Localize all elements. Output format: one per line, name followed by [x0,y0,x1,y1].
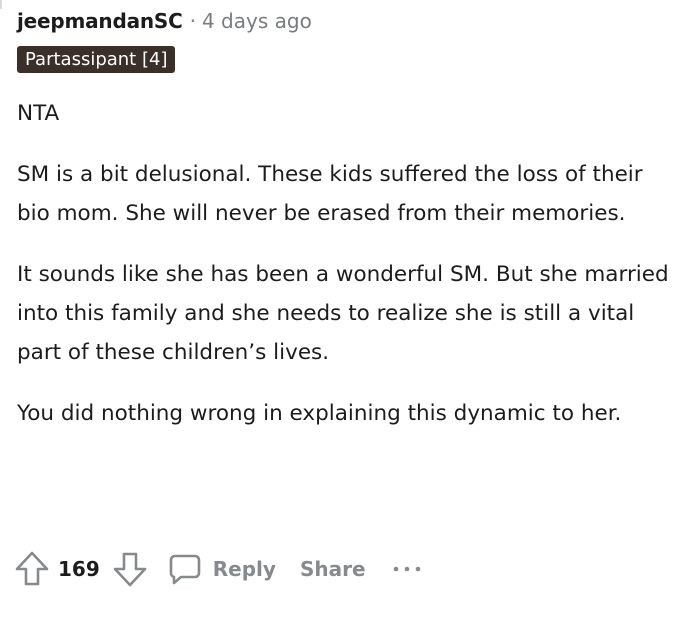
thread-line[interactable] [0,0,2,9]
comment-paragraph: You did nothing wrong in explaining this… [17,401,622,426]
reply-button[interactable]: Reply [168,552,276,586]
ellipsis-icon [392,563,422,575]
comment-timestamp[interactable]: 4 days ago [202,9,312,33]
comment-paragraph: NTA [17,101,60,126]
reply-label: Reply [212,557,276,581]
share-label: Share [299,557,366,581]
more-options-button[interactable] [392,563,422,575]
comment-paragraph: SM is a bit delusional. These kids suffe… [17,162,643,226]
comment-actions: 169 Reply Share [14,548,422,590]
downvote-arrow-icon[interactable] [112,550,148,588]
author-username[interactable]: jeepmandanSC [17,9,183,33]
share-button[interactable]: Share [300,557,366,581]
vote-count: 169 [58,557,100,581]
meta-separator: · [189,9,196,33]
comment-paragraph: It sounds like she has been a wonderful … [17,262,669,365]
speech-bubble-icon [168,552,202,586]
comment-body: NTA SM is a bit delusional. These kids s… [17,94,672,455]
user-flair: Partassipant [4] [17,46,176,73]
comment-header: jeepmandanSC · 4 days ago [17,8,312,34]
upvote-arrow-icon[interactable] [14,550,50,588]
